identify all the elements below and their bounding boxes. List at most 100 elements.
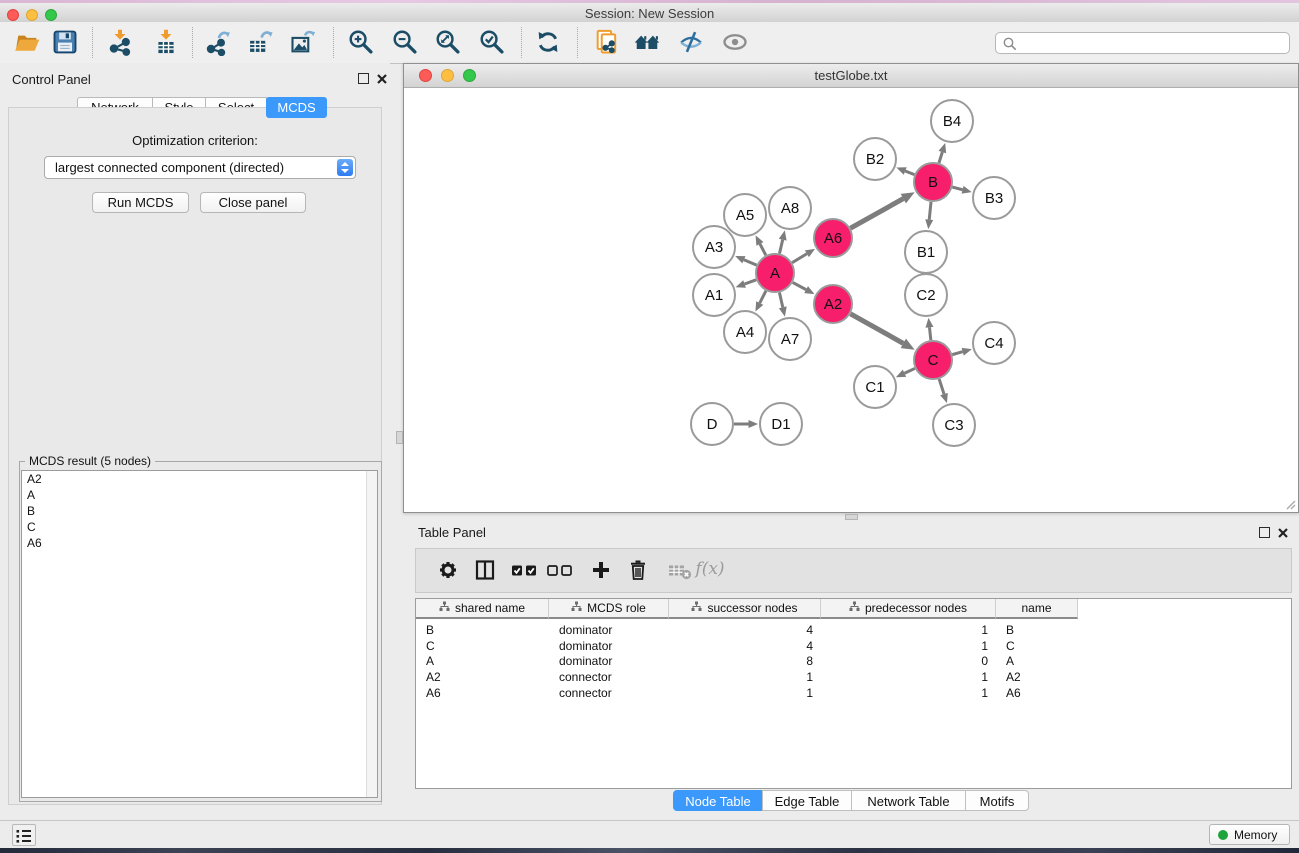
table-cell: A [416,653,549,669]
table-cell: 1 [821,669,996,685]
show-columns-icon[interactable] [473,558,497,587]
edge-C-C1[interactable] [904,368,914,373]
deselect-all-rows-icon[interactable] [544,558,576,587]
application-window: Session: New Session Control Panel Netwo… [0,0,1299,853]
task-history-button[interactable] [12,824,36,846]
search-input[interactable] [1020,34,1284,54]
show-graphics-details-icon[interactable] [721,28,749,56]
close-panel-button[interactable]: Close panel [200,192,306,213]
tab-edge-table[interactable]: Edge Table [762,790,852,811]
tab-motifs[interactable]: Motifs [965,790,1029,811]
graph-node-label: B4 [943,113,961,130]
edge-A-A3[interactable] [744,260,757,265]
result-list-item[interactable]: B [22,503,377,519]
float-window-icon[interactable] [358,73,369,84]
save-session-icon[interactable] [51,28,79,56]
column-header-successor-nodes[interactable]: successor nodes [669,599,821,619]
memory-button[interactable]: Memory [1209,824,1290,845]
open-session-icon[interactable] [13,28,41,56]
result-list-item[interactable]: A [22,487,377,503]
edge-A2-C[interactable] [850,314,903,344]
table-close-icon[interactable] [1277,527,1289,539]
column-header-name[interactable]: name [996,599,1078,619]
resize-grip-icon[interactable] [1284,498,1296,510]
import-network-icon[interactable] [106,28,134,56]
network-window-titlebar[interactable]: testGlobe.txt [404,64,1298,88]
edge-C-C4[interactable] [952,352,962,355]
delete-table-icon[interactable] [667,558,693,587]
table-float-window-icon[interactable] [1259,527,1270,538]
zoom-out-icon[interactable] [391,28,419,56]
table-cell: dominator [549,653,669,669]
edge-A-A2[interactable] [793,282,806,289]
desktop-wallpaper-bottom [0,848,1299,853]
edge-C-C3[interactable] [939,379,944,394]
delete-rows-icon[interactable] [626,558,650,587]
close-icon[interactable] [376,73,388,85]
hide-graphics-details-icon[interactable] [677,28,705,56]
network-window-title: testGlobe.txt [404,68,1298,83]
add-row-icon[interactable] [589,558,613,587]
edge-arrowhead-icon [779,230,787,240]
table-row[interactable]: Adominator80A [416,653,1291,669]
edge-arrowhead-icon [736,280,746,288]
result-list-item[interactable]: A6 [22,535,377,551]
search-field[interactable] [995,32,1290,54]
horizontal-split-handle[interactable] [396,431,403,444]
node-table: shared nameMCDS rolesuccessor nodesprede… [415,598,1292,789]
run-mcds-button[interactable]: Run MCDS [92,192,189,213]
edge-B-B3[interactable] [952,187,962,190]
edge-A-A4[interactable] [760,291,766,303]
zoom-fit-icon[interactable] [434,28,462,56]
zoom-in-icon[interactable] [347,28,375,56]
edge-B-B1[interactable] [929,202,931,220]
edge-A6-B[interactable] [850,199,903,229]
edge-A-A8[interactable] [779,240,782,254]
table-options-gear-icon[interactable] [436,558,460,587]
result-list-scrollbar[interactable] [366,471,377,797]
column-header-shared-name[interactable]: shared name [416,599,549,619]
column-header-predecessor-nodes[interactable]: predecessor nodes [821,599,996,619]
function-builder-icon[interactable]: f(x) [695,559,724,579]
toolbar-separator [192,27,193,58]
network-from-document-icon[interactable] [593,28,621,56]
result-list-item[interactable]: A2 [22,471,377,487]
table-cell: dominator [549,638,669,654]
export-network-icon[interactable] [204,28,232,56]
result-list-item[interactable]: C [22,519,377,535]
edge-A-A1[interactable] [745,280,757,284]
tab-mcds[interactable]: MCDS [266,97,327,118]
edge-C-C2[interactable] [929,327,930,340]
zoom-selected-icon[interactable] [478,28,506,56]
table-row[interactable]: A6connector11A6 [416,685,1291,701]
control-panel: Control Panel NetworkStyleSelectMCDS Opt… [0,63,390,820]
table-panel-title: Table Panel [418,525,486,540]
export-table-icon[interactable] [246,28,274,56]
graph-node-label: C4 [984,335,1003,352]
edge-arrowhead-icon [896,167,906,174]
export-image-icon[interactable] [289,28,317,56]
network-canvas[interactable]: B4B2BB3A8A5A6A3B1AA1C2A2A4A7C4CC1DD1C3 [405,88,1297,511]
refresh-layout-icon[interactable] [534,28,562,56]
table-row[interactable]: Cdominator41C [416,638,1291,654]
import-table-icon[interactable] [152,28,180,56]
edge-A-A6[interactable] [792,254,807,263]
edge-B-B4[interactable] [939,152,942,163]
column-header-mcds-role[interactable]: MCDS role [549,599,669,619]
column-type-icon [439,601,450,615]
mcds-result-items: A2ABCA6 [22,471,377,551]
edge-arrowhead-icon [962,186,972,194]
mcds-result-list[interactable]: A2ABCA6 [21,470,378,798]
table-row[interactable]: Bdominator41B [416,622,1291,638]
table-row[interactable]: A2connector11A2 [416,669,1291,685]
edge-B-B2[interactable] [905,171,914,175]
edge-A-A5[interactable] [760,244,766,255]
table-tabs: Node TableEdge TableNetwork TableMotifs [673,790,1029,811]
select-all-rows-icon[interactable] [509,558,541,587]
toolbar-separator [577,27,578,58]
home-layout-icon[interactable] [633,28,661,56]
tab-network-table[interactable]: Network Table [851,790,966,811]
tab-node-table[interactable]: Node Table [673,790,763,811]
criterion-select[interactable]: largest connected component (directed) [44,156,356,179]
edge-A-A7[interactable] [779,293,782,308]
